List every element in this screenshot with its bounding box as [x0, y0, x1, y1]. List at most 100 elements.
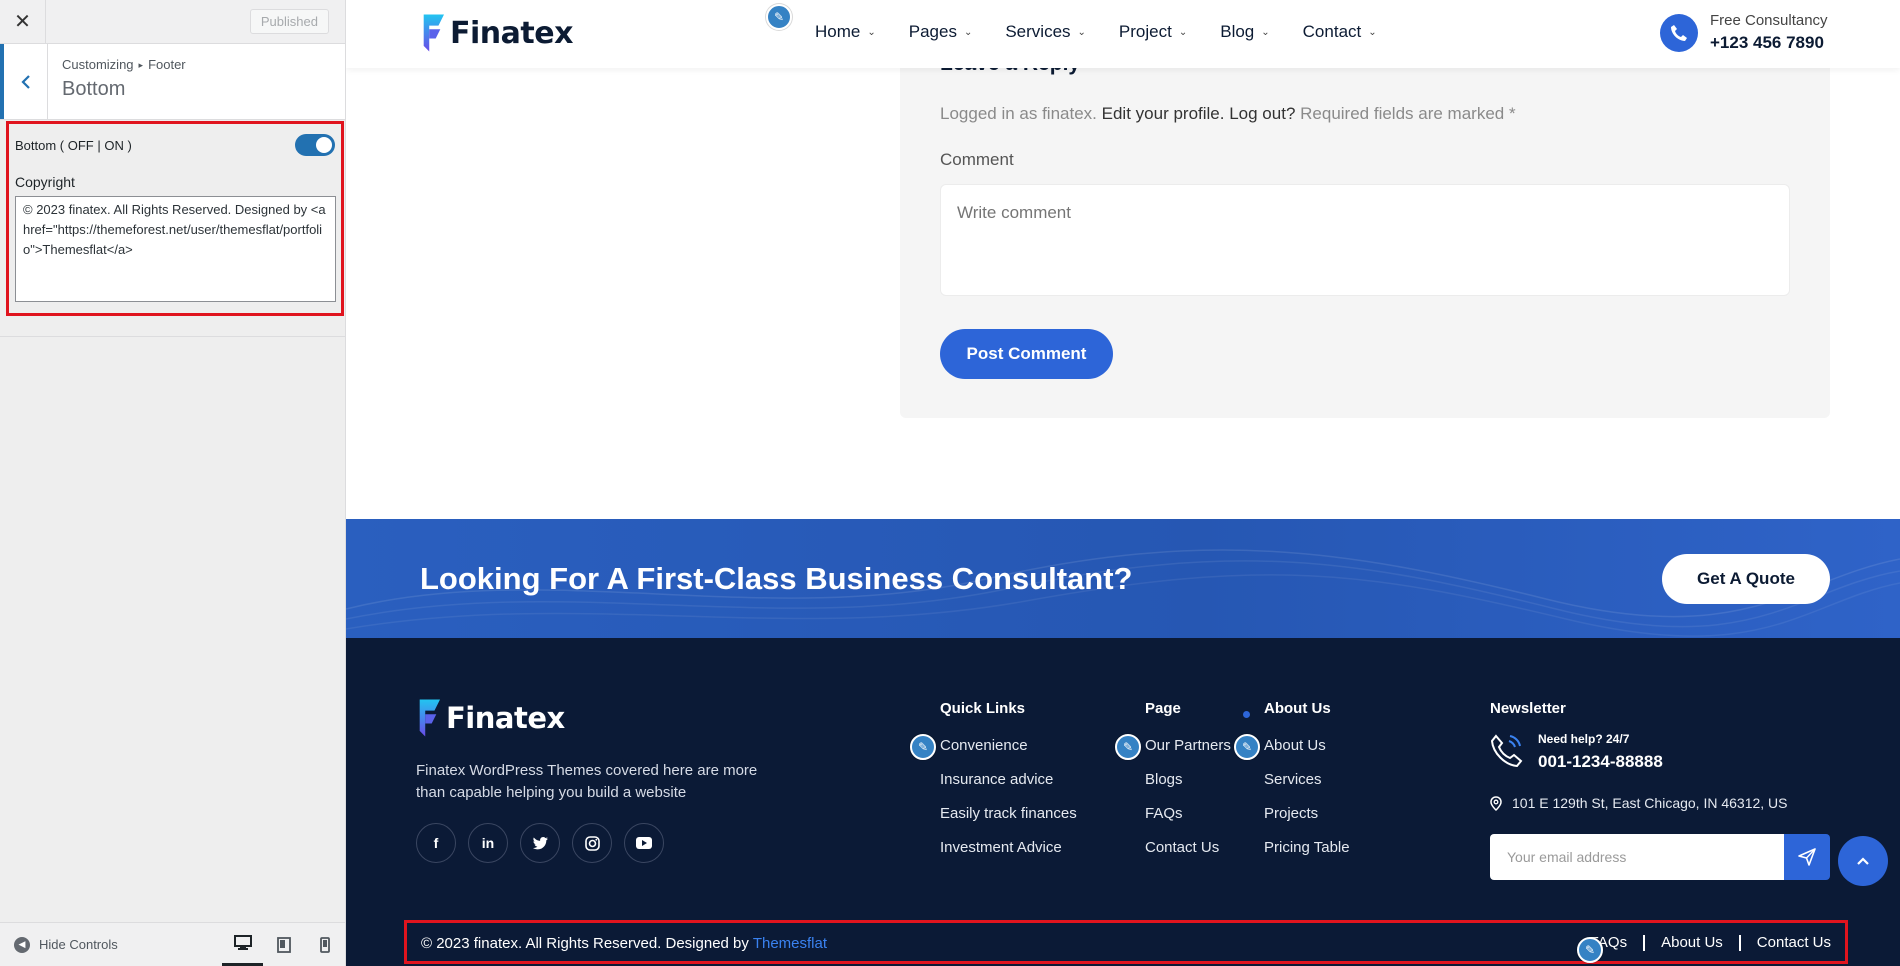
twitter-icon[interactable] — [520, 823, 560, 863]
published-button[interactable]: Published — [249, 9, 329, 34]
help-phone[interactable]: 001-1234-88888 — [1538, 752, 1663, 772]
consult-label: Free Consultancy — [1710, 12, 1828, 29]
edit-shortcut-pencil-icon[interactable]: ✎ — [766, 4, 792, 30]
bottom-controls-highlight: Bottom ( OFF | ON ) Copyright © 2023 fin… — [6, 121, 344, 316]
site-preview: Finatex ✎ Home ⌄ Pages ⌄ Services ⌄ Project… — [346, 0, 1900, 966]
social-links: f in — [416, 823, 676, 863]
cta-banner: Looking For A First-Class Business Consu… — [346, 519, 1900, 638]
footer-link[interactable]: Projects — [1264, 806, 1350, 840]
newsletter-submit-button[interactable] — [1784, 834, 1830, 880]
footer-link[interactable]: Investment Advice — [940, 840, 1077, 874]
edit-shortcut-pencil-icon[interactable]: ✎ — [1115, 734, 1141, 760]
footer-link[interactable]: Easily track finances — [940, 806, 1077, 840]
themesflat-link[interactable]: Themesflat — [753, 935, 827, 952]
get-a-quote-button[interactable]: Get A Quote — [1662, 554, 1830, 604]
nav-label: Pages — [908, 22, 957, 41]
back-button[interactable] — [0, 44, 48, 119]
footer-link[interactable]: Contact Us — [1145, 840, 1231, 874]
newsletter-email-input[interactable] — [1490, 834, 1784, 880]
log-out-link[interactable]: Log out? — [1229, 104, 1295, 123]
chevron-down-icon: ⌄ — [963, 26, 973, 38]
footer-description: Finatex WordPress Themes covered here ar… — [416, 762, 758, 801]
chevron-down-icon: ⌄ — [867, 26, 876, 38]
chevron-down-icon: ⌄ — [1178, 26, 1188, 38]
scroll-to-top-button[interactable] — [1838, 836, 1888, 886]
breadcrumb: Customizing ▸ Footer — [62, 57, 186, 72]
footer-link[interactable]: Blogs — [1145, 772, 1231, 806]
free-consultancy[interactable]: Free Consultancy +123 456 7890 — [1660, 12, 1828, 53]
nav-label: Blog — [1220, 22, 1255, 41]
youtube-icon[interactable] — [624, 823, 664, 863]
send-icon — [1798, 848, 1816, 866]
desktop-preview-button[interactable] — [222, 923, 263, 966]
nav-label: Contact — [1302, 22, 1362, 41]
facebook-icon[interactable]: f — [416, 823, 456, 863]
section-title: Bottom — [62, 78, 126, 100]
footer-col-title: About Us — [1264, 700, 1331, 717]
hide-controls-label: Hide Controls — [39, 937, 118, 952]
footer-link[interactable]: Insurance advice — [940, 772, 1077, 806]
post-comment-button[interactable]: Post Comment — [940, 329, 1113, 379]
nav-label: Services — [1005, 22, 1071, 41]
site-footer: Finatex Finatex WordPress Themes covered… — [346, 638, 1900, 966]
section-header: Customizing ▸ Footer Bottom — [0, 44, 345, 120]
instagram-icon[interactable] — [572, 823, 612, 863]
footer-link[interactable]: FAQs — [1145, 806, 1231, 840]
comment-textarea[interactable] — [940, 184, 1790, 296]
finatex-logo-mark — [419, 699, 440, 737]
close-customizer-button[interactable]: ✕ — [0, 0, 46, 44]
hide-controls-button[interactable]: ◀ Hide Controls — [14, 936, 118, 953]
nav-item-home[interactable]: Home ⌄ — [815, 22, 876, 42]
bottom-toggle[interactable] — [295, 134, 335, 156]
required-note: Required fields are marked * — [1300, 104, 1516, 123]
tablet-icon — [276, 936, 291, 953]
bottom-toggle-label: Bottom ( OFF | ON ) — [15, 137, 132, 153]
copyright-textarea[interactable]: © 2023 finatex. All Rights Reserved. Des… — [15, 196, 336, 302]
footer-link[interactable]: Pricing Table — [1264, 840, 1350, 874]
edit-shortcut-pencil-icon[interactable]: ✎ — [1577, 937, 1603, 963]
footer-link[interactable]: About Us — [1264, 738, 1350, 772]
edit-shortcut-pencil-icon[interactable]: ✎ — [1234, 734, 1260, 760]
copyright-prefix: © 2023 finatex. All Rights Reserved. Des… — [421, 935, 749, 952]
nav-item-project[interactable]: Project ⌄ — [1119, 22, 1187, 42]
nav-item-blog[interactable]: Blog ⌄ — [1220, 22, 1269, 42]
desktop-icon — [233, 934, 252, 950]
edit-profile-link[interactable]: Edit your profile. — [1102, 104, 1225, 123]
footer-col-page: Page Our Partners Blogs FAQs Contact Us — [1145, 700, 1231, 874]
nav-item-services[interactable]: Services ⌄ — [1005, 22, 1086, 42]
bottom-link-contact[interactable]: Contact Us — [1741, 935, 1831, 951]
tablet-preview-button[interactable] — [263, 923, 304, 966]
device-switcher — [222, 923, 345, 966]
nav-label: Home — [815, 22, 861, 41]
breadcrumb-separator: ▸ — [138, 60, 144, 70]
footer-col-title: Quick Links — [940, 700, 1026, 717]
cta-title: Looking For A First-Class Business Consu… — [420, 561, 1133, 596]
nav-item-contact[interactable]: Contact ⌄ — [1303, 22, 1377, 42]
footer-link[interactable]: Services — [1264, 772, 1350, 806]
footer-link[interactable]: Convenience — [940, 738, 1077, 772]
nav-item-pages[interactable]: Pages ⌄ — [909, 22, 973, 42]
consult-text: Free Consultancy +123 456 7890 — [1710, 12, 1828, 53]
footer-bottom-highlight: © 2023 finatex. All Rights Reserved. Des… — [404, 920, 1848, 964]
bottom-links: FAQs About Us Contact Us — [1574, 935, 1831, 951]
customizer-footer: ◀ Hide Controls — [0, 922, 345, 966]
bottom-link-about[interactable]: About Us — [1645, 935, 1741, 951]
footer-logo[interactable]: Finatex — [416, 698, 565, 738]
chevron-down-icon: ⌄ — [1368, 26, 1377, 38]
comment-label: Comment — [940, 150, 1014, 169]
address-text: 101 E 129th St, East Chicago, IN 46312, … — [1512, 795, 1788, 811]
site-logo[interactable]: Finatex — [420, 13, 573, 53]
footer-col-quick-links: Quick Links Convenience Insurance advice… — [940, 700, 1077, 874]
footer-link[interactable]: Our Partners — [1145, 738, 1231, 772]
linkedin-icon[interactable]: in — [468, 823, 508, 863]
main-nav: Home ⌄ Pages ⌄ Services ⌄ Project ⌄ Blog ⌄ Co… — [815, 22, 1410, 42]
footer-logo-text: Finatex — [446, 701, 565, 735]
finatex-logo-mark — [423, 14, 444, 52]
edit-shortcut-pencil-icon[interactable]: ✎ — [910, 734, 936, 760]
collapse-icon: ◀ — [14, 936, 30, 953]
chevron-up-icon — [1857, 857, 1869, 865]
newsletter-title: Newsletter — [1490, 700, 1566, 717]
mobile-preview-button[interactable] — [304, 923, 345, 966]
toggle-knob — [316, 137, 332, 153]
consult-phone: +123 456 7890 — [1710, 33, 1824, 52]
